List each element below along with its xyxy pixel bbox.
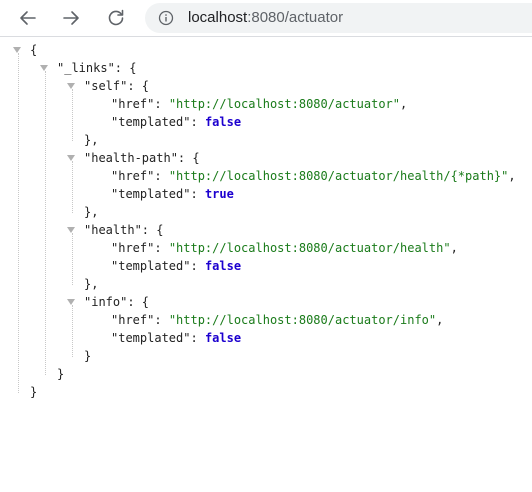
- url-host: localhost: [188, 9, 248, 26]
- href-key: "href": [111, 313, 155, 327]
- href-key: "href": [111, 169, 155, 183]
- templated-value: true: [204, 187, 234, 201]
- href-key: "href": [111, 97, 155, 111]
- entry-key-line: "health-path": {: [84, 151, 200, 165]
- templated-key: "templated": [111, 331, 191, 345]
- entry-close-brace: },: [84, 133, 99, 147]
- info-circle-icon[interactable]: [158, 10, 174, 26]
- json-viewer: { "_links": { "self": { "href": "http://…: [0, 37, 532, 492]
- templated-line: "templated": false: [111, 331, 242, 345]
- templated-line: "templated": true: [111, 187, 234, 201]
- url-path: :8080/actuator: [247, 9, 344, 26]
- indent-guide-root: [18, 53, 19, 393]
- back-button[interactable]: [14, 4, 42, 32]
- collapse-triangle-icon[interactable]: [66, 225, 76, 235]
- templated-key: "templated": [111, 259, 191, 273]
- json-root-close: }: [30, 385, 38, 399]
- reload-icon: [108, 9, 124, 26]
- href-value[interactable]: "http://localhost:8080/actuator": [169, 97, 400, 111]
- address-bar[interactable]: localhost:8080/actuator: [145, 3, 532, 33]
- entry-close: }: [84, 347, 91, 365]
- entry-key-line: "info": {: [84, 295, 150, 309]
- entry-close-brace: },: [84, 277, 99, 291]
- href-value[interactable]: "http://localhost:8080/actuator/info": [169, 313, 436, 327]
- entry-key-line: "health": {: [84, 223, 164, 237]
- templated-key: "templated": [111, 187, 191, 201]
- templated-value: false: [204, 115, 242, 129]
- templated-line: "templated": false: [111, 115, 242, 129]
- indent-guide-health: [72, 233, 73, 285]
- entry-close: },: [84, 131, 98, 149]
- entry-close: },: [84, 203, 98, 221]
- reload-button[interactable]: [102, 4, 130, 32]
- href-line: "href": "http://localhost:8080/actuator"…: [111, 97, 408, 111]
- back-arrow-icon: [20, 11, 36, 25]
- comma: ,: [400, 97, 408, 111]
- href-line: "href": "http://localhost:8080/actuator/…: [111, 169, 516, 183]
- comma: ,: [450, 241, 458, 255]
- url-text[interactable]: localhost:8080/actuator: [188, 9, 343, 27]
- collapse-triangle-icon[interactable]: [66, 297, 76, 307]
- href-line: "href": "http://localhost:8080/actuator/…: [111, 241, 458, 255]
- links-key-line: "_links": {: [57, 61, 137, 75]
- href-line: "href": "http://localhost:8080/actuator/…: [111, 313, 444, 327]
- entry-key: "info": [84, 295, 128, 309]
- entry-close-brace: },: [84, 205, 99, 219]
- browser-toolbar: localhost:8080/actuator: [0, 0, 532, 36]
- comma: ,: [508, 169, 516, 183]
- href-value[interactable]: "http://localhost:8080/actuator/health/{…: [169, 169, 509, 183]
- href-key: "href": [111, 241, 155, 255]
- templated-line: "templated": false: [111, 259, 242, 273]
- links-close: }: [57, 367, 65, 381]
- json-root-open: {: [30, 43, 38, 57]
- templated-value: false: [204, 259, 242, 273]
- indent-guide-self: [72, 89, 73, 141]
- forward-button[interactable]: [57, 4, 85, 32]
- href-value[interactable]: "http://localhost:8080/actuator/health": [169, 241, 451, 255]
- collapse-triangle-icon[interactable]: [12, 45, 22, 55]
- collapse-triangle-icon[interactable]: [66, 153, 76, 163]
- entry-close-brace: }: [84, 349, 92, 363]
- comma: ,: [436, 313, 444, 327]
- entry-key: "health-path": [84, 151, 178, 165]
- entry-key: "health": [84, 223, 142, 237]
- indent-guide-links: [45, 71, 46, 375]
- templated-value: false: [204, 331, 242, 345]
- templated-key: "templated": [111, 115, 191, 129]
- entry-key-line: "self": {: [84, 79, 150, 93]
- entry-close: },: [84, 275, 98, 293]
- indent-guide-info: [72, 305, 73, 357]
- forward-arrow-icon: [63, 11, 79, 25]
- entry-key: "self": [84, 79, 128, 93]
- collapse-triangle-icon[interactable]: [39, 63, 49, 73]
- indent-guide-health-path: [72, 161, 73, 213]
- collapse-triangle-icon[interactable]: [66, 81, 76, 91]
- links-key: "_links": [57, 61, 115, 75]
